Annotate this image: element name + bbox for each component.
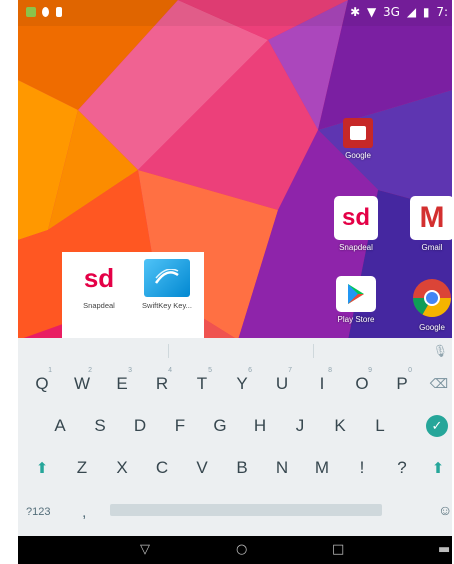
signal-icon: ◢ (406, 5, 417, 19)
home-icon[interactable]: ○ (236, 542, 247, 557)
keyboard-row-4: ?123 , ☺ (18, 490, 452, 530)
app-label: Google (419, 323, 445, 332)
app-label: Snapdeal (339, 243, 373, 252)
key-u[interactable]: U7 (264, 364, 300, 404)
status-bar: ✱ ▼ 3G ◢ ▮ 7: (18, 0, 452, 26)
bluetooth-icon: ✱ (350, 5, 361, 19)
key-question[interactable]: ? (384, 448, 420, 488)
chrome-icon (410, 276, 452, 320)
popup-item-label: Snapdeal (83, 301, 115, 310)
shift-icon[interactable]: ⬆ (424, 448, 452, 488)
comma-key[interactable]: , (82, 504, 86, 522)
google-folder-icon (343, 118, 373, 148)
key-z[interactable]: Z (64, 448, 100, 488)
soft-keyboard: 🎙 Q1 W2 E3 R4 T5 Y6 U7 I8 O9 P0 ⌫ A S D … (18, 338, 452, 536)
key-j[interactable]: J (282, 406, 318, 446)
app-google-chrome[interactable]: Google (396, 276, 452, 332)
clock: 7: (436, 5, 448, 19)
divider (313, 344, 314, 358)
play-store-icon (336, 276, 376, 312)
gmail-icon: M (410, 196, 452, 240)
keyboard-row-2: A S D F G H J K L ✓ (18, 406, 452, 446)
google-folder-label: Google (345, 151, 371, 160)
recents-icon[interactable]: □ (332, 542, 344, 557)
shift-icon[interactable]: ⬆ (24, 448, 60, 488)
checkmark-icon: ✓ (426, 415, 448, 437)
notification-icon (42, 7, 49, 17)
key-f[interactable]: F (162, 406, 198, 446)
key-d[interactable]: D (122, 406, 158, 446)
app-popup: sd Snapdeal SwiftKey Key... (62, 252, 204, 338)
key-n[interactable]: N (264, 448, 300, 488)
navigation-bar: ▽ ○ □ ▬ (18, 536, 452, 564)
key-exclamation[interactable]: ! (344, 448, 380, 488)
key-a[interactable]: A (42, 406, 78, 446)
enter-key[interactable]: ✓ (422, 406, 452, 446)
app-play-store[interactable]: Play Store (320, 276, 392, 324)
suggestion-strip: 🎙 (18, 338, 452, 364)
wifi-icon: ▼ (366, 5, 377, 19)
key-k[interactable]: K (322, 406, 358, 446)
swiftkey-icon (144, 259, 190, 297)
app-label: Gmail (421, 243, 443, 252)
keyboard-switch-icon[interactable]: ▬ (438, 542, 450, 557)
key-c[interactable]: C (144, 448, 180, 488)
notification-icon (56, 7, 62, 17)
key-l[interactable]: L (362, 406, 398, 446)
key-i[interactable]: I8 (304, 364, 340, 404)
popup-item-label: SwiftKey Key... (142, 301, 192, 310)
popup-item-swiftkey[interactable]: SwiftKey Key... (136, 259, 198, 310)
key-t[interactable]: T5 (184, 364, 220, 404)
key-q[interactable]: Q1 (24, 364, 60, 404)
keyboard-row-3: ⬆ Z X C V B N M ! ? ⬆ (18, 448, 452, 488)
key-m[interactable]: M (304, 448, 340, 488)
snapdeal-icon: sd (334, 196, 378, 240)
key-v[interactable]: V (184, 448, 220, 488)
key-r[interactable]: R4 (144, 364, 180, 404)
key-p[interactable]: P0 (384, 364, 420, 404)
emoji-icon[interactable]: ☺ (438, 502, 452, 518)
backspace-icon[interactable]: ⌫ (426, 364, 452, 404)
keyboard-row-1: Q1 W2 E3 R4 T5 Y6 U7 I8 O9 P0 ⌫ (18, 364, 452, 404)
popup-item-snapdeal[interactable]: sd Snapdeal (68, 259, 130, 311)
key-o[interactable]: O9 (344, 364, 380, 404)
key-y[interactable]: Y6 (224, 364, 260, 404)
microphone-icon[interactable]: 🎙 (433, 344, 448, 358)
status-right: ✱ ▼ 3G ◢ ▮ 7: (347, 5, 448, 19)
divider (168, 344, 169, 358)
app-label: Play Store (337, 315, 375, 324)
key-b[interactable]: B (224, 448, 260, 488)
symbols-key[interactable]: ?123 (26, 506, 50, 518)
space-bar[interactable] (110, 504, 382, 516)
battery-icon: ▮ (422, 5, 430, 19)
key-s[interactable]: S (82, 406, 118, 446)
key-x[interactable]: X (104, 448, 140, 488)
network-type: 3G (383, 5, 400, 19)
key-h[interactable]: H (242, 406, 278, 446)
back-icon[interactable]: ▽ (140, 542, 150, 557)
notification-icon (26, 7, 36, 17)
phone-screen: ✱ ▼ 3G ◢ ▮ 7: Google sd Snapdeal M Gmail (18, 0, 452, 564)
google-folder[interactable]: Google (322, 118, 394, 160)
key-w[interactable]: W2 (64, 364, 100, 404)
app-gmail[interactable]: M Gmail (396, 196, 452, 252)
key-g[interactable]: G (202, 406, 238, 446)
key-e[interactable]: E3 (104, 364, 140, 404)
app-snapdeal[interactable]: sd Snapdeal (320, 196, 392, 252)
snapdeal-icon: sd (83, 262, 115, 293)
